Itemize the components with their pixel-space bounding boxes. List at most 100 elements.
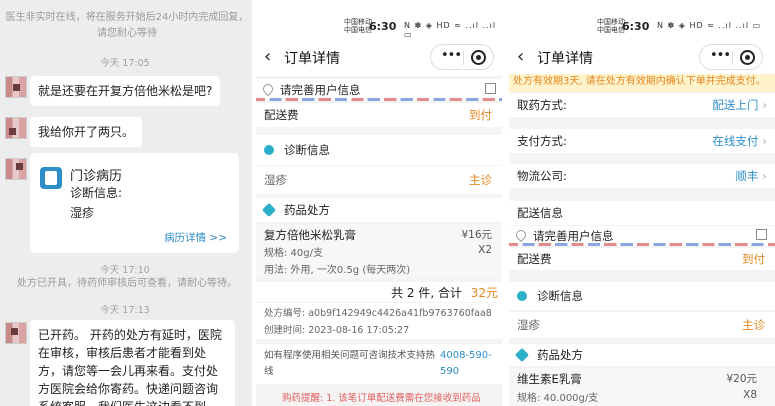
drug-price: ¥16元 <box>461 229 492 241</box>
logistics-value: 顺丰 <box>735 169 759 183</box>
chevron-right-icon: › <box>762 134 767 148</box>
purchase-reminder: 购药提醒: 1. 该笔订单配送费需在您接收到药品 <box>282 393 481 404</box>
drug-usage: 用法: 外用, 一次0.5g (每天两次) <box>264 265 411 276</box>
record-detail-link[interactable]: 病历详情 >> <box>164 230 227 245</box>
capsule-menu: ••• <box>430 44 494 70</box>
status-time: 6:30 <box>622 20 650 33</box>
drug-qty: X8 <box>743 389 757 401</box>
carrier-2: 中国电信 <box>597 26 625 34</box>
section-title: 诊断信息 <box>284 143 330 157</box>
drug-spec: 规格: 40g/支 <box>264 248 323 259</box>
diagnosis-tag: 主诊 <box>742 318 765 332</box>
nav-bar: ‹ 订单详情 ••• <box>256 40 502 76</box>
chat-notice: 医生非实时在线，将在服务开始后24小时内完成回复，请您耐心等待 <box>5 12 249 39</box>
diagnosis-icon <box>517 291 527 301</box>
section-title: 配送信息 <box>517 206 563 220</box>
doctor-avatar[interactable] <box>5 76 27 98</box>
drug-price: ¥20元 <box>726 373 757 385</box>
address-text: 请完善用户信息 <box>280 83 361 97</box>
doctor-avatar[interactable] <box>5 158 27 180</box>
help-text: 如有程序使用相关问题可咨询技术支持热线 <box>264 350 436 377</box>
diagnosis-row: 湿疹 主诊 <box>509 312 775 338</box>
diagnosis-name: 湿疹 <box>517 318 540 332</box>
drug-item: 复方倍他米松乳膏 ¥16元 规格: 40g/支 X2 用法: 外用, 一次0.5… <box>256 224 502 278</box>
edit-icon[interactable] <box>756 229 767 240</box>
logistics-row[interactable]: 物流公司: 顺丰 › <box>509 164 775 188</box>
nav-bar: ‹ 订单详情 ••• <box>509 40 775 76</box>
edit-icon[interactable] <box>485 83 496 94</box>
more-icon[interactable]: ••• <box>441 48 462 63</box>
chat-notice: 处方已开具，待药师审核后可查看，请耐心等待。 <box>17 278 237 289</box>
delivery-fee-value: 到付 <box>469 108 492 122</box>
doctor-avatar[interactable] <box>5 322 27 344</box>
address-row[interactable]: 请完善用户信息 <box>256 79 502 101</box>
prescription-icon <box>514 347 530 363</box>
prescription-number: 处方编号: a0b9f142949c4426a41fb9763760faa8 <box>264 308 492 319</box>
close-miniapp-icon[interactable] <box>740 50 755 65</box>
carrier-2: 中国电信 <box>344 26 372 34</box>
prescription-icon <box>261 202 277 218</box>
page-title: 订单详情 <box>537 51 593 67</box>
delivery-fee-row: 配送费 到付 <box>509 248 775 270</box>
chat-message: 我给你开了两只。 <box>30 117 143 147</box>
diagnosis-tag: 主诊 <box>469 173 492 187</box>
chat-timestamp: 今天 17:13 <box>100 305 150 316</box>
medical-record-card[interactable]: 门诊病历 诊断信息: 湿疹 病历详情 >> <box>30 153 239 253</box>
doctor-avatar[interactable] <box>5 117 27 139</box>
back-icon[interactable]: ‹ <box>264 46 271 67</box>
chat-timestamp: 今天 17:05 <box>100 58 150 69</box>
drug-qty: X2 <box>478 244 492 256</box>
status-bar: 中国移动 中国电信 6:30 N ✽ ◈ HD ≈ ..ıl ..ıl ▭ <box>256 0 502 40</box>
drug-item: 维生素E乳膏 ¥20元 规格: 40.000g/支 X8 <box>509 368 775 406</box>
drug-spec: 规格: 40.000g/支 <box>517 393 599 404</box>
diagnosis-header: 诊断信息 <box>509 282 775 310</box>
carrier-1: 中国移动 <box>597 18 625 26</box>
drug-name: 复方倍他米松乳膏 <box>264 228 356 242</box>
total-row: 共 2 件, 合计 32元 <box>256 282 502 302</box>
help-phone-link[interactable]: 4008-590-590 <box>440 348 496 380</box>
total-value: 32元 <box>470 286 498 300</box>
validity-warning: 处方有效期3天, 请在处方有效期内确认下单并完成支付。 <box>509 74 775 92</box>
card-label: 诊断信息: <box>70 186 123 200</box>
section-title: 药品处方 <box>537 348 583 362</box>
back-icon[interactable]: ‹ <box>517 46 524 67</box>
rx-header: 药品处方 <box>509 344 775 366</box>
close-miniapp-icon[interactable] <box>471 50 486 65</box>
payment-value: 在线支付 <box>712 134 759 148</box>
delivery-fee-label: 配送费 <box>264 108 299 122</box>
status-time: 6:30 <box>369 20 397 33</box>
delivery-fee-label: 配送费 <box>517 252 552 266</box>
location-pin-icon <box>513 227 529 243</box>
medical-record-icon <box>40 167 62 189</box>
total-label: 共 2 件, 合计 <box>391 286 462 300</box>
rx-meta: 处方编号: a0b9f142949c4426a41fb9763760faa8 创… <box>256 303 502 339</box>
chat-message: 就是还要在开复方倍他米松是吧? <box>30 76 221 106</box>
delivery-info-header: 配送信息 <box>509 201 775 225</box>
more-icon[interactable]: ••• <box>710 48 731 63</box>
delivery-fee-value: 到付 <box>742 252 765 266</box>
capsule-menu: ••• <box>699 44 763 70</box>
chat-timestamp: 今天 17:10 <box>100 265 150 276</box>
address-row[interactable]: 请完善用户信息 <box>509 226 775 246</box>
help-row: 如有程序使用相关问题可咨询技术支持热线 4008-590-590 <box>256 344 502 384</box>
page-title: 订单详情 <box>284 51 340 67</box>
location-pin-icon <box>260 81 276 97</box>
diagnosis-header: 诊断信息 <box>256 135 502 165</box>
created-time: 创建时间: 2023-08-16 17:05:27 <box>264 325 410 336</box>
delivery-fee-row: 配送费 到付 <box>256 103 502 127</box>
status-bar: 中国移动 中国电信 6:30 N ✽ ◈ HD ≈ ..ıl ..ıl ▭ <box>509 0 775 40</box>
card-diagnosis: 湿疹 <box>70 206 95 220</box>
pickup-value: 配送上门 <box>712 98 759 112</box>
chevron-right-icon: › <box>762 169 767 183</box>
order-payment-panel: 中国移动 中国电信 6:30 N ✽ ◈ HD ≈ ..ıl ..ıl ▭ ‹ 订… <box>509 0 775 406</box>
section-title: 药品处方 <box>284 203 330 217</box>
payment-row[interactable]: 支付方式: 在线支付 › <box>509 129 775 153</box>
diagnosis-icon <box>264 145 274 155</box>
pickup-label: 取药方式: <box>517 98 567 112</box>
address-text: 请完善用户信息 <box>533 229 614 243</box>
pickup-row[interactable]: 取药方式: 配送上门 › <box>509 93 775 117</box>
status-icons: N ✽ ◈ HD ≈ ..ıl ..ıl ▭ <box>657 21 762 30</box>
order-detail-panel: 中国移动 中国电信 6:30 N ✽ ◈ HD ≈ ..ıl ..ıl ▭ ‹ 订… <box>256 0 502 406</box>
diagnosis-row: 湿疹 主诊 <box>256 166 502 194</box>
chat-message: 已开药。 开药的处方有延时，医院在审核，审核后患者才能看到处方，请您等一会儿再来… <box>30 320 235 406</box>
